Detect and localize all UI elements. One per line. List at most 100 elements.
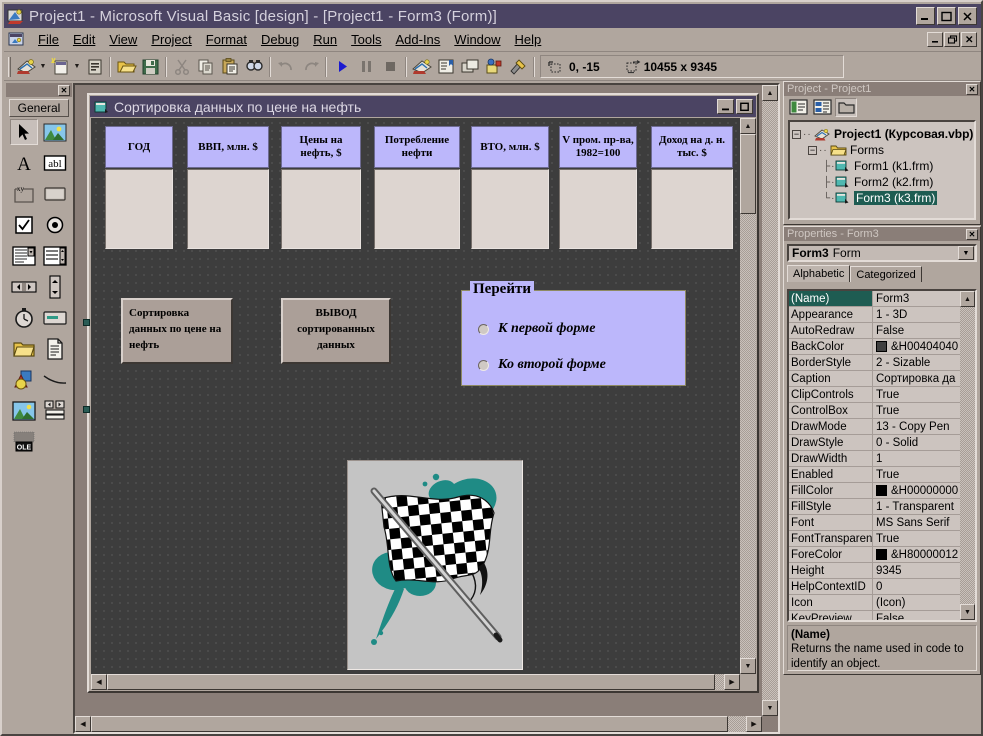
- maximize-button[interactable]: [937, 7, 956, 25]
- paste-icon[interactable]: [218, 55, 242, 78]
- tree-node-form1[interactable]: ├· Form1 (k1.frm): [792, 158, 972, 174]
- picturebox-icon[interactable]: [41, 119, 69, 145]
- option-second-form[interactable]: Ко второй форме: [478, 357, 606, 373]
- textbox-icon[interactable]: abl: [41, 150, 69, 176]
- scroll-down-button[interactable]: ▼: [960, 604, 975, 620]
- sort-button[interactable]: Сортировка данных по цене на нефть: [121, 298, 233, 364]
- option-first-form[interactable]: К первой форме: [478, 321, 595, 337]
- mdi-scroll-left-button[interactable]: ◀: [75, 716, 91, 732]
- mdi-vertical-scrollbar[interactable]: ▲ ▼: [762, 85, 778, 716]
- tree-node-form2[interactable]: ├· Form2 (k2.frm): [792, 174, 972, 190]
- property-row-font[interactable]: Font MS Sans Serif: [789, 515, 960, 531]
- menu-format[interactable]: Format: [199, 30, 254, 49]
- navigation-frame[interactable]: Перейти К первой форме Ко второй форме: [461, 290, 686, 386]
- menu-edit[interactable]: Edit: [66, 30, 102, 49]
- listbox-god[interactable]: [105, 169, 173, 249]
- view-object-icon[interactable]: [811, 98, 833, 117]
- mdi-close-button[interactable]: [961, 32, 977, 47]
- optionbutton-icon[interactable]: [41, 212, 69, 238]
- cut-icon[interactable]: [170, 55, 194, 78]
- start-icon[interactable]: [330, 55, 354, 78]
- properties-scrollbar[interactable]: ▲ ▼: [960, 291, 975, 620]
- toolbox-close-button[interactable]: ✕: [58, 85, 70, 96]
- close-button[interactable]: [958, 7, 977, 25]
- properties-window-icon[interactable]: [434, 55, 458, 78]
- property-row-clipcontrols[interactable]: ClipControls True: [789, 387, 960, 403]
- selection-handle[interactable]: [83, 319, 90, 326]
- copy-icon[interactable]: [194, 55, 218, 78]
- form-layout-icon[interactable]: [458, 55, 482, 78]
- property-row-height[interactable]: Height 9345: [789, 563, 960, 579]
- line-icon[interactable]: [41, 367, 69, 393]
- tree-node-forms[interactable]: − ·· Forms: [792, 142, 972, 158]
- properties-close-button[interactable]: ✕: [966, 229, 978, 240]
- mdi-scroll-right-button[interactable]: ▶: [746, 716, 762, 732]
- open-project-icon[interactable]: [114, 55, 138, 78]
- toolbox-icon[interactable]: [506, 55, 530, 78]
- menu-editor-icon[interactable]: [82, 55, 106, 78]
- commandbutton-icon[interactable]: [41, 181, 69, 207]
- find-icon[interactable]: [242, 55, 266, 78]
- add-form-dropdown-icon[interactable]: ▼: [72, 55, 82, 78]
- property-row-name[interactable]: (Name) Form3: [789, 291, 960, 307]
- dirlistbox-icon[interactable]: [10, 336, 38, 362]
- property-row-fonttransparent[interactable]: FontTransparent True: [789, 531, 960, 547]
- toolbox-tab-general[interactable]: General: [9, 99, 69, 117]
- scroll-left-button[interactable]: ◀: [91, 674, 107, 690]
- scroll-up-button[interactable]: ▲: [960, 291, 975, 307]
- tab-categorized[interactable]: Categorized: [850, 266, 921, 282]
- scroll-right-button[interactable]: ▶: [724, 674, 740, 690]
- mdi-scroll-up-button[interactable]: ▲: [762, 85, 778, 101]
- object-browser-icon[interactable]: [482, 55, 506, 78]
- form-design-surface[interactable]: ГОД ВВП, млн. $ Цены на нефть, $ Потребл…: [91, 118, 740, 674]
- listbox-industrial-volume[interactable]: [559, 169, 637, 249]
- tree-node-project[interactable]: − ·· Project1 (Курсовая.vbp): [792, 126, 972, 142]
- shape-icon[interactable]: [10, 367, 38, 393]
- mdi-scroll-down-button[interactable]: ▼: [762, 700, 778, 716]
- scroll-thumb[interactable]: [740, 134, 756, 214]
- menu-view[interactable]: View: [102, 30, 144, 49]
- mdi-document-icon[interactable]: [8, 32, 25, 48]
- property-row-fillstyle[interactable]: FillStyle 1 - Transparent: [789, 499, 960, 515]
- project-explorer-icon[interactable]: [410, 55, 434, 78]
- combobox-icon[interactable]: [10, 243, 38, 269]
- toolbar-grip[interactable]: [8, 57, 11, 77]
- project-explorer-close-button[interactable]: ✕: [966, 84, 978, 95]
- ole-icon[interactable]: OLE: [10, 429, 38, 455]
- label-icon[interactable]: A: [10, 150, 38, 176]
- hscrollbar-icon[interactable]: [10, 274, 38, 300]
- checkbox-icon[interactable]: [10, 212, 38, 238]
- selection-handle[interactable]: [83, 406, 90, 413]
- property-row-controlbox[interactable]: ControlBox True: [789, 403, 960, 419]
- property-row-autoredraw[interactable]: AutoRedraw False: [789, 323, 960, 339]
- property-row-helpcontextid[interactable]: HelpContextID 0: [789, 579, 960, 595]
- properties-grid[interactable]: (Name) Form3 Appearance 1 - 3D AutoRedra…: [787, 289, 977, 622]
- menu-project[interactable]: Project: [144, 30, 198, 49]
- property-row-drawmode[interactable]: DrawMode 13 - Copy Pen: [789, 419, 960, 435]
- listbox-oil-consumption[interactable]: [374, 169, 460, 249]
- property-row-borderstyle[interactable]: BorderStyle 2 - Sizable: [789, 355, 960, 371]
- output-button[interactable]: ВЫВОД сортированных данных: [281, 298, 391, 364]
- scroll-thumb[interactable]: [107, 674, 715, 690]
- listbox-oil-price[interactable]: [281, 169, 361, 249]
- listbox-vto[interactable]: [471, 169, 549, 249]
- scroll-down-button[interactable]: ▼: [740, 658, 756, 674]
- image-icon[interactable]: [10, 398, 38, 424]
- menu-debug[interactable]: Debug: [254, 30, 306, 49]
- filelistbox-icon[interactable]: [41, 336, 69, 362]
- property-row-drawstyle[interactable]: DrawStyle 0 - Solid: [789, 435, 960, 451]
- property-row-backcolor[interactable]: BackColor &H00404040: [789, 339, 960, 355]
- property-row-keypreview[interactable]: KeyPreview False: [789, 611, 960, 620]
- scroll-up-button[interactable]: ▲: [740, 118, 756, 134]
- timer-icon[interactable]: [10, 305, 38, 331]
- menu-addins[interactable]: Add-Ins: [388, 30, 447, 49]
- undo-icon[interactable]: [274, 55, 298, 78]
- pointer-icon[interactable]: [10, 119, 38, 145]
- form-vertical-scrollbar[interactable]: ▲ ▼: [740, 118, 756, 674]
- form-horizontal-scrollbar[interactable]: ◀ ▶: [91, 674, 740, 690]
- properties-object-selector[interactable]: Form3 Form ▼: [787, 244, 977, 262]
- mdi-horizontal-scrollbar[interactable]: ◀ ▶: [75, 716, 762, 732]
- break-icon[interactable]: [354, 55, 378, 78]
- frame-icon[interactable]: xy: [10, 181, 38, 207]
- listbox-icon[interactable]: [41, 243, 69, 269]
